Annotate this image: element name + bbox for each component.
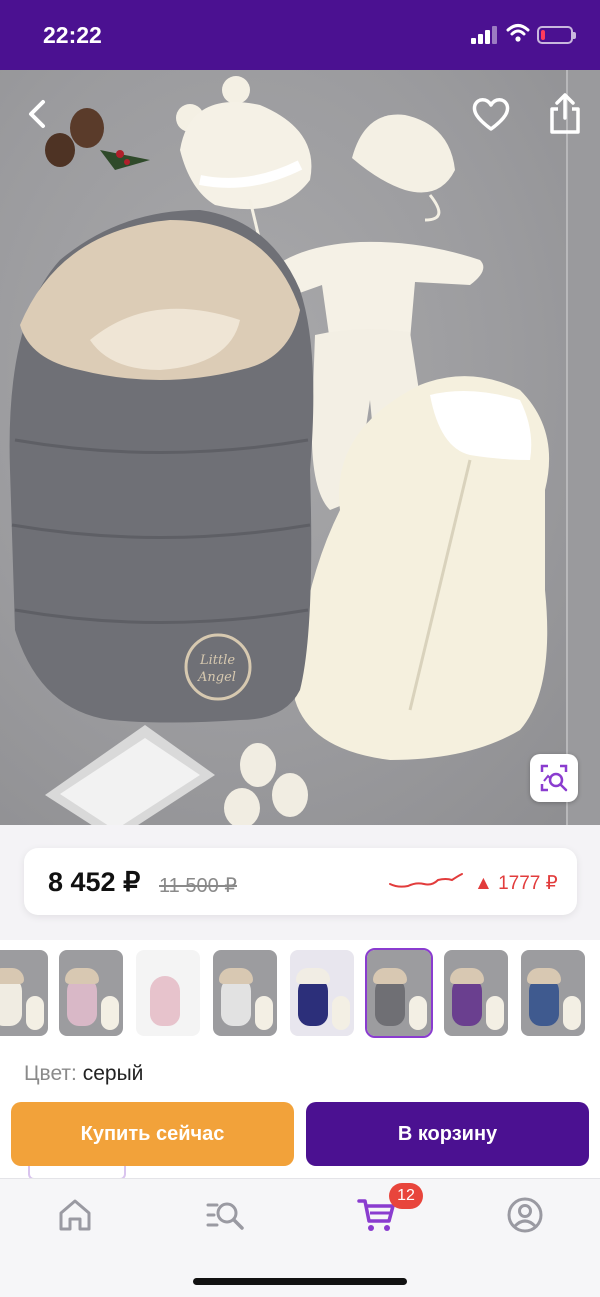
favorite-heart-icon[interactable] [470,94,512,134]
cart-count-badge: 12 [389,1183,423,1209]
thumbnail-7[interactable] [444,950,508,1036]
thumbnail-1[interactable] [0,950,48,1036]
color-label: Цвет: [24,1062,77,1085]
profile-icon[interactable] [505,1195,545,1235]
price-change: ▲ 1777 ₽ [474,873,558,894]
add-to-cart-button[interactable]: В корзину [306,1102,589,1166]
gray-envelope [9,210,314,723]
pinecone-decoration [45,108,150,170]
home-icon[interactable] [55,1195,95,1235]
home-indicator [193,1278,407,1285]
thumbnail-5[interactable] [290,950,354,1036]
visual-search-button[interactable] [530,754,578,802]
thumbnail-2[interactable] [59,950,123,1036]
photo-frame [45,725,215,825]
bonnet [352,114,455,222]
catalog-search-icon[interactable] [205,1195,245,1235]
selected-color: Цвет: серый [24,1062,143,1086]
product-photo-illustration: Little Angel [9,76,550,825]
old-price: 11 500 ₽ [159,875,237,897]
color-variant-thumbnails [0,940,600,1040]
thumbnail-4[interactable] [213,950,277,1036]
current-price: 8 452 ₽ [48,867,141,897]
thumbnail-3[interactable] [136,950,200,1036]
price-history-sparkline [389,873,463,888]
wifi-icon [506,24,530,42]
back-icon[interactable] [18,94,58,134]
thumbnail-8[interactable] [521,950,585,1036]
socks [224,743,308,825]
status-time: 22:22 [43,22,102,48]
buy-now-button[interactable]: Купить сейчас [11,1102,294,1166]
thumbnail-6-selected[interactable] [365,948,433,1038]
next-image-peek [566,70,600,825]
logo-line2: Angel [197,670,236,685]
share-icon[interactable] [545,92,585,136]
color-value: серый [82,1062,144,1085]
price-card[interactable]: 8 452 ₽ 11 500 ₽ ▲ 1777 ₽ [24,848,577,915]
battery-icon [537,26,576,44]
logo-line1: Little [199,653,235,668]
cellular-signal-icon [471,26,497,44]
image-search-icon [540,764,568,792]
product-image[interactable]: Little Angel [0,70,600,825]
status-bar: 22:22 [0,0,600,70]
